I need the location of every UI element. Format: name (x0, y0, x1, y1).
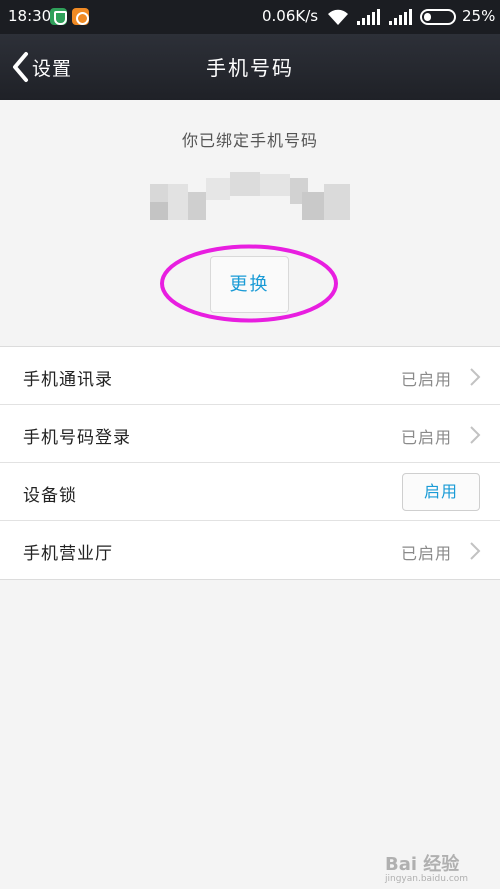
watermark-text: Bai 经验 (385, 854, 460, 875)
chevron-right-icon (470, 542, 481, 560)
battery-icon (420, 9, 456, 25)
battery-level (424, 13, 431, 21)
bound-phone-label: 你已绑定手机号码 (181, 131, 318, 150)
wifi-icon (328, 9, 348, 25)
chevron-right-icon (470, 426, 481, 444)
row-label: 设备锁 (23, 486, 77, 506)
row-status: 已启用 (400, 428, 452, 447)
watermark-url: jingyan.baidu.com (385, 874, 469, 884)
row-status: 已启用 (400, 544, 452, 563)
row-phone-login[interactable]: 手机号码登录 已启用 (0, 405, 500, 463)
masked-phone-number (150, 172, 350, 222)
signal-icon (389, 9, 412, 25)
clock: 18:30 (8, 7, 52, 25)
row-mobile-service-hall[interactable]: 手机营业厅 已启用 (0, 521, 500, 579)
change-number-button[interactable]: 更换 (210, 256, 289, 313)
row-status: 已启用 (400, 370, 452, 389)
row-phone-contacts[interactable]: 手机通讯录 已启用 (0, 347, 500, 405)
orange-app-icon (72, 8, 89, 25)
row-label: 手机号码登录 (23, 428, 131, 448)
signal-icon (357, 9, 380, 25)
row-label: 手机营业厅 (23, 544, 113, 564)
status-bar: 18:30 0.06K/s 25% (0, 0, 500, 34)
row-label: 手机通讯录 (23, 370, 113, 390)
page-title: 手机号码 (206, 56, 294, 80)
row-device-lock: 设备锁 启用 (0, 463, 500, 521)
settings-list: 手机通讯录 已启用 手机号码登录 已启用 设备锁 启用 手机营业厅 已启用 (0, 346, 500, 580)
battery-percent: 25% (462, 7, 496, 25)
nav-bar: 设置 手机号码 (0, 34, 500, 100)
enable-device-lock-button[interactable]: 启用 (402, 473, 480, 511)
shield-app-icon (50, 8, 67, 25)
chevron-right-icon (470, 368, 481, 386)
network-speed: 0.06K/s (262, 7, 319, 25)
baidu-watermark: Bai 经验 jingyan.baidu.com (383, 840, 498, 886)
